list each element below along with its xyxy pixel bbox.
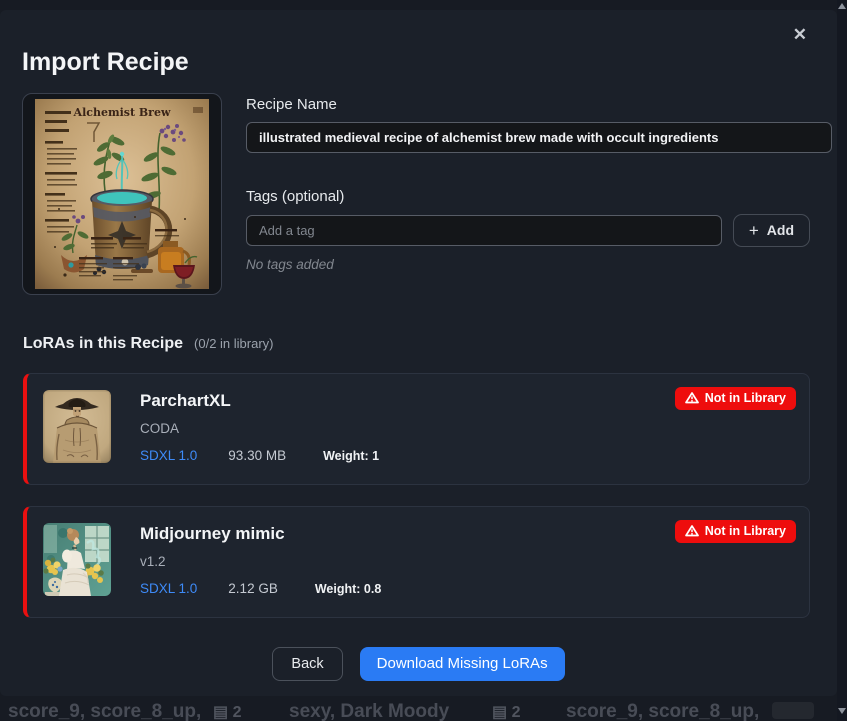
form-fields: Recipe Name Tags (optional) + Add No tag… (246, 93, 832, 295)
screen: Duplicates R Illustrious MoriiMee_Gothic… (0, 0, 847, 721)
alchemist-brew-illustration: Alchemist Brew (35, 99, 209, 289)
loras-section-header: LoRAs in this Recipe (0/2 in library) (23, 335, 837, 353)
layers-count: 2 (233, 704, 242, 721)
badge-label: Not in Library (705, 524, 786, 538)
layers-count: 2 (512, 704, 521, 721)
lora-meta: SDXL 1.0 93.30 MB Weight: 1 (140, 448, 379, 463)
recipe-preview-image: Alchemist Brew (22, 93, 222, 295)
tag-row: + Add (246, 214, 832, 247)
scrollbar-track[interactable] (837, 0, 847, 721)
lora-list: ParchartXL CODA SDXL 1.0 93.30 MB Weight… (23, 373, 810, 618)
scrollbar-up-icon[interactable] (838, 3, 846, 9)
recipe-name-label: Recipe Name (246, 96, 832, 113)
add-tag-label: Add (767, 222, 794, 238)
lora-info: Midjourney mimic v1.2 SDXL 1.0 2.12 GB W… (140, 523, 381, 601)
lora-version: CODA (140, 421, 379, 436)
lora-info: ParchartXL CODA SDXL 1.0 93.30 MB Weight… (140, 390, 379, 468)
weight-value: Weight: 1 (323, 449, 379, 463)
download-missing-loras-button[interactable]: Download Missing LoRAs (360, 647, 565, 681)
badge-label: Not in Library (705, 391, 786, 405)
file-size: 2.12 GB (228, 581, 278, 596)
lora-card-parchartxl: ParchartXL CODA SDXL 1.0 93.30 MB Weight… (23, 373, 810, 485)
layers-icon: ▤ (492, 704, 507, 721)
not-in-library-badge: Not in Library (675, 387, 796, 410)
backdrop-prompt1: score_9, score_8_up, (8, 701, 201, 721)
loras-section-title: LoRAs in this Recipe (23, 335, 183, 353)
backdrop-layers-chip-2: ▤ 2 (492, 702, 520, 721)
warning-icon (685, 392, 699, 404)
svg-text:Alchemist Brew: Alchemist Brew (73, 106, 171, 119)
tags-label: Tags (optional) (246, 188, 832, 205)
lora-name: Midjourney mimic (140, 524, 381, 544)
backdrop-button-ghost (772, 702, 814, 719)
lora-version: v1.2 (140, 554, 381, 569)
weight-value: Weight: 0.8 (315, 582, 381, 596)
scrollbar-down-icon[interactable] (838, 708, 846, 714)
lora-thumbnail (43, 390, 111, 463)
no-tags-text: No tags added (246, 257, 832, 272)
plus-icon: + (749, 222, 759, 239)
modal-title: Import Recipe (22, 48, 837, 77)
backdrop-layers-chip-1: ▤ 2 (213, 702, 241, 721)
modal-footer: Back Download Missing LoRAs (0, 647, 837, 681)
midjourney-mimic-thumbnail-art (43, 523, 111, 596)
backdrop-prompt3: score_9, score_8_up, (566, 701, 759, 721)
warning-icon (685, 525, 699, 537)
file-size: 93.30 MB (228, 448, 286, 463)
close-icon[interactable]: ✕ (789, 22, 811, 47)
base-model-link[interactable]: SDXL 1.0 (140, 448, 197, 463)
lora-name: ParchartXL (140, 391, 379, 411)
loras-library-count: (0/2 in library) (194, 336, 273, 351)
tag-input[interactable] (246, 215, 722, 246)
recipe-name-input[interactable] (246, 122, 832, 153)
not-in-library-badge: Not in Library (675, 520, 796, 543)
backdrop-prompt2: sexy, Dark Moody (289, 701, 449, 721)
parchartxl-thumbnail-art (43, 390, 111, 463)
layers-icon: ▤ (213, 704, 228, 721)
back-button[interactable]: Back (272, 647, 342, 681)
import-recipe-modal: ✕ Import Recipe (0, 10, 837, 696)
lora-thumbnail (43, 523, 111, 596)
lora-card-midjourney-mimic: Midjourney mimic v1.2 SDXL 1.0 2.12 GB W… (23, 506, 810, 618)
top-section: Alchemist Brew (22, 93, 832, 295)
base-model-link[interactable]: SDXL 1.0 (140, 581, 197, 596)
lora-meta: SDXL 1.0 2.12 GB Weight: 0.8 (140, 581, 381, 596)
add-tag-button[interactable]: + Add (733, 214, 810, 247)
